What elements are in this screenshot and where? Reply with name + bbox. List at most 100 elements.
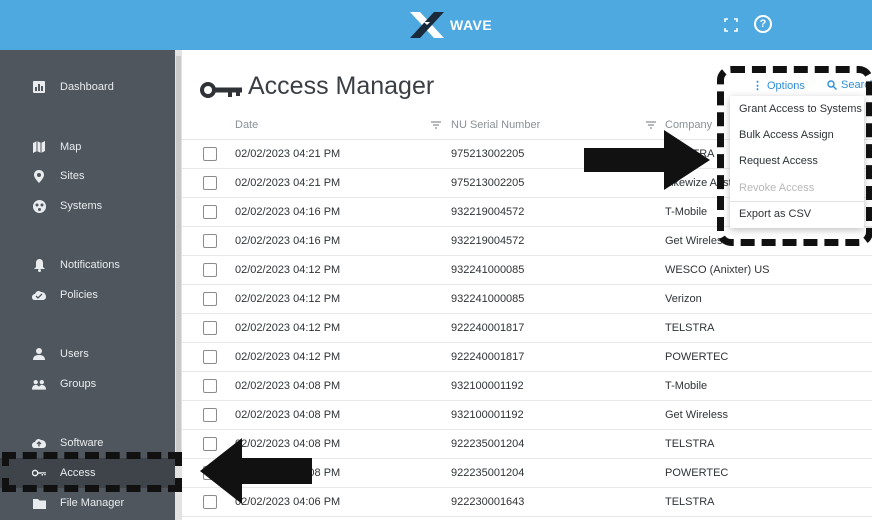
scrollbar-thumb[interactable] [176, 56, 181, 456]
sidebar-item-access[interactable]: Access [0, 458, 175, 488]
menu-item-grant-access[interactable]: Grant Access to Systems [739, 103, 862, 125]
sidebar-item-users[interactable]: Users [0, 339, 175, 369]
cell-company: T-Mobile [665, 380, 708, 392]
sidebar-item-label: Software [60, 437, 104, 449]
table-row[interactable]: 02/02/2023 04:12 PM 932241000085 Verizon [182, 285, 872, 314]
cloud-upload-icon [32, 436, 46, 450]
sidebar-item-dashboard[interactable]: Dashboard [0, 72, 175, 102]
map-icon [32, 140, 46, 154]
sidebar: Dashboard Map Sites Systems Notification… [0, 50, 178, 520]
cell-company: TELSTRA [665, 322, 715, 334]
sidebar-item-notifications[interactable]: Notifications [0, 250, 175, 280]
options-button[interactable]: ⋮ Options [752, 79, 805, 93]
sidebar-item-label: Groups [60, 378, 97, 390]
sort-icon[interactable] [431, 121, 441, 129]
sidebar-item-groups[interactable]: Groups [0, 369, 175, 399]
systems-icon [32, 199, 46, 213]
sidebar-scrollbar[interactable] [175, 50, 182, 520]
search-icon [827, 80, 837, 90]
sort-icon[interactable] [646, 121, 656, 129]
cell-date: 02/02/2023 04:08 PM [235, 380, 341, 392]
cell-serial: 932100001192 [451, 380, 524, 392]
cell-company: Get Wireless [665, 409, 728, 421]
row-checkbox[interactable] [203, 495, 217, 509]
sidebar-item-label: Access [60, 467, 96, 479]
row-checkbox[interactable] [203, 466, 217, 480]
row-checkbox[interactable] [203, 292, 217, 306]
cell-date: 02/02/2023 04:16 PM [235, 206, 341, 218]
sidebar-item-systems[interactable]: Systems [0, 191, 175, 221]
sidebar-item-sites[interactable]: Sites [0, 161, 175, 191]
cell-serial: 922240001817 [451, 351, 525, 363]
menu-item-bulk-access-assign[interactable]: Bulk Access Assign [739, 129, 834, 151]
key-icon [32, 466, 46, 480]
cell-date: 02/02/2023 04:21 PM [235, 148, 341, 160]
column-header-date[interactable]: Date [235, 119, 258, 131]
menu-divider [730, 201, 864, 202]
cell-company: POWERTEC [665, 351, 729, 363]
row-checkbox[interactable] [203, 437, 217, 451]
cell-date: 02/02/2023 04:16 PM [235, 235, 341, 247]
cell-serial: 932219004572 [451, 235, 525, 247]
more-vert-icon: ⋮ [752, 80, 763, 92]
cell-serial: 932241000085 [451, 264, 525, 276]
x-logo-icon [410, 12, 444, 38]
logo-text: WAVE [450, 17, 493, 33]
group-icon [32, 377, 46, 391]
sidebar-item-label: Users [60, 348, 89, 360]
row-checkbox[interactable] [203, 176, 217, 190]
table-row[interactable]: 02/02/2023 04:08 PM 922235001204 POWERTEC [182, 459, 872, 488]
top-bar: WAVE ? [0, 0, 872, 50]
row-checkbox[interactable] [203, 408, 217, 422]
cell-serial: 922235001204 [451, 438, 525, 450]
cell-date: 02/02/2023 04:12 PM [235, 293, 341, 305]
cell-date: 02/02/2023 04:08 PM [235, 438, 341, 450]
dashboard-icon [32, 80, 46, 94]
table-row[interactable]: 02/02/2023 04:12 PM 922240001817 TELSTRA [182, 314, 872, 343]
menu-item-export-csv[interactable]: Export as CSV [739, 208, 811, 230]
row-checkbox[interactable] [203, 263, 217, 277]
user-icon [32, 347, 46, 361]
column-header-serial[interactable]: NU Serial Number [451, 119, 540, 131]
sidebar-item-label: Policies [60, 289, 98, 301]
cell-company: POWERTEC [665, 467, 729, 479]
table-row[interactable]: 02/02/2023 04:06 PM 922230001643 TELSTRA [182, 488, 872, 517]
table-row[interactable]: 02/02/2023 04:16 PM 932219004572 Get Wirel… [182, 227, 872, 256]
cell-date: 02/02/2023 04:12 PM [235, 351, 341, 363]
cell-serial: 932100001192 [451, 409, 524, 421]
row-checkbox[interactable] [203, 234, 217, 248]
sidebar-item-label: Dashboard [60, 81, 114, 93]
sidebar-item-policies[interactable]: Policies [0, 280, 175, 310]
sidebar-item-software[interactable]: Software [0, 428, 175, 458]
sidebar-item-label: Notifications [60, 259, 120, 271]
search-button[interactable]: Search [827, 79, 872, 91]
sidebar-item-label: Map [60, 141, 82, 153]
fullscreen-icon[interactable] [724, 18, 738, 32]
cell-company: WESCO (Anixter) US [665, 264, 770, 276]
cell-company: Get Wireless [665, 235, 728, 247]
cell-company: Verizon [665, 293, 702, 305]
table-row[interactable]: 02/02/2023 04:08 PM 932100001192 T-Mobile [182, 372, 872, 401]
cell-company: T-Mobile [665, 206, 708, 218]
cell-serial: 922230001643 [451, 496, 525, 508]
table-row[interactable]: 02/02/2023 04:12 PM 922240001817 POWERTEC [182, 343, 872, 372]
row-checkbox[interactable] [203, 350, 217, 364]
cell-serial: 922240001817 [451, 322, 525, 334]
row-checkbox[interactable] [203, 205, 217, 219]
cell-serial: 932219004572 [451, 206, 525, 218]
sidebar-item-map[interactable]: Map [0, 132, 175, 162]
table-row[interactable]: 02/02/2023 04:12 PM 932241000085 WESCO (An… [182, 256, 872, 285]
row-checkbox[interactable] [203, 379, 217, 393]
column-header-company[interactable]: Company [665, 119, 712, 131]
help-icon[interactable]: ? [754, 15, 772, 33]
folder-icon [32, 496, 46, 510]
row-checkbox[interactable] [203, 147, 217, 161]
sidebar-item-file-manager[interactable]: File Manager [0, 488, 175, 518]
wave-logo[interactable]: WAVE [410, 12, 492, 38]
table-row[interactable]: 02/02/2023 04:08 PM 922235001204 TELSTRA [182, 430, 872, 459]
row-checkbox[interactable] [203, 321, 217, 335]
cell-serial: 975213002205 [451, 148, 525, 160]
page-key-icon [200, 82, 242, 98]
menu-item-request-access[interactable]: Request Access [739, 155, 818, 177]
table-row[interactable]: 02/02/2023 04:08 PM 932100001192 Get Wirel… [182, 401, 872, 430]
